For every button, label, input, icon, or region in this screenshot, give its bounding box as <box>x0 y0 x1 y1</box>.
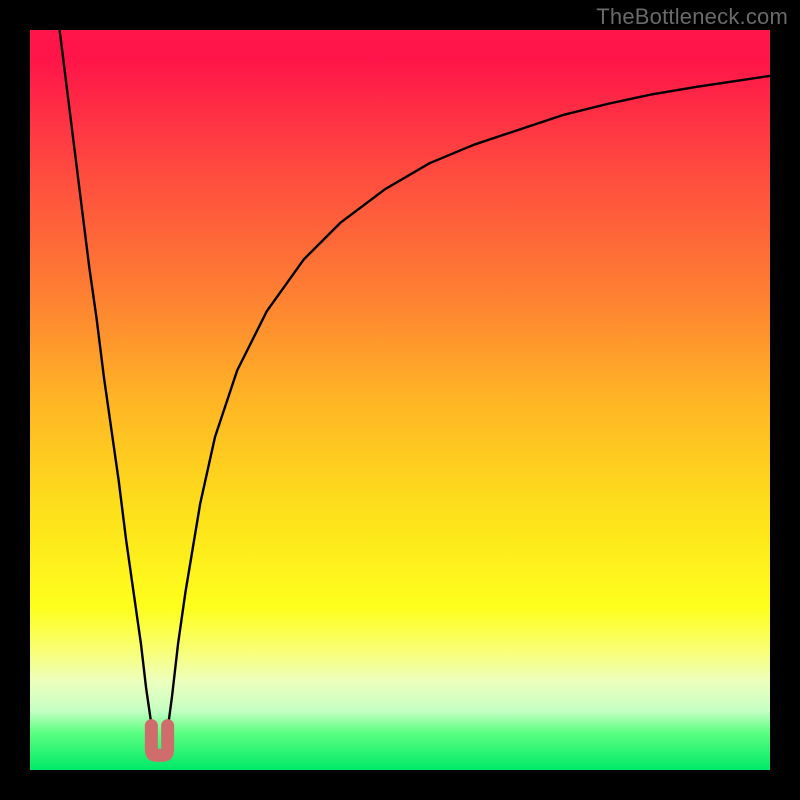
plot-area <box>30 30 770 770</box>
watermark-text: TheBottleneck.com <box>596 4 788 30</box>
bottleneck-curve <box>60 30 770 754</box>
curve-layer <box>30 30 770 770</box>
minimum-marker <box>151 726 167 756</box>
chart-frame: TheBottleneck.com <box>0 0 800 800</box>
